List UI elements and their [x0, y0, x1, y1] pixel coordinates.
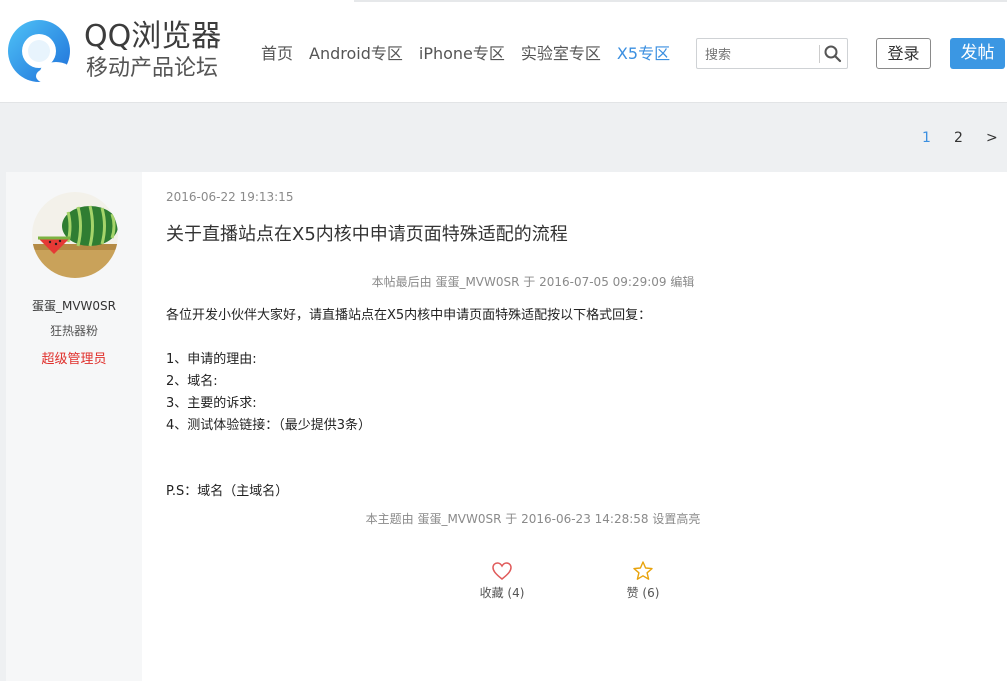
author-name[interactable]: 蛋蛋_MVW0SR: [6, 297, 142, 314]
edit-note: 本帖最后由 蛋蛋_MVW0SR 于 2016-07-05 09:29:09 编辑: [371, 275, 695, 289]
avatar[interactable]: [32, 192, 118, 278]
favorite-label: 收藏 (4): [479, 586, 525, 600]
header-divider: [354, 0, 1007, 2]
favorite-button[interactable]: 收藏 (4): [467, 560, 537, 601]
watermelon-avatar-icon: [32, 192, 118, 278]
highlight-note: 本主题由 蛋蛋_MVW0SR 于 2016-06-23 14:28:58 设置高…: [365, 512, 701, 526]
body-line: 2、域名:: [166, 374, 218, 389]
like-button[interactable]: 赞 (6): [608, 560, 678, 601]
search-icon[interactable]: [823, 44, 843, 64]
author-level: 狂热器粉: [49, 324, 98, 338]
login-button[interactable]: 登录: [876, 38, 931, 69]
body-line: 1、申请的理由:: [166, 352, 257, 367]
nav-lab[interactable]: 实验室专区: [521, 42, 601, 66]
body-line: 4、测试体验链接：（最少提供3条）: [166, 418, 372, 433]
pagination: 1 2 >: [0, 128, 1007, 148]
author-role: 超级管理员: [41, 352, 107, 367]
author-panel: 蛋蛋_MVW0SR 狂热器粉 超级管理员: [6, 172, 142, 681]
nav-home[interactable]: 首页: [261, 42, 293, 66]
nav-x5[interactable]: X5专区: [617, 42, 670, 66]
nav-iphone[interactable]: iPhone专区: [419, 42, 505, 66]
logo-subtitle[interactable]: 移动产品论坛: [86, 56, 218, 82]
main-nav: 首页 Android专区 iPhone专区 实验室专区 X5专区: [261, 42, 686, 66]
post-title: 关于直播站点在X5内核中申请页面特殊适配的流程: [166, 224, 568, 245]
heart-icon: [492, 562, 512, 580]
body-line: 各位开发小伙伴大家好，请直播站点在X5内核中申请页面特殊适配按以下格式回复：: [166, 308, 652, 323]
search-divider: [819, 45, 820, 63]
logo-title[interactable]: QQ浏览器: [84, 20, 221, 54]
site-header: QQ浏览器 移动产品论坛 首页 Android专区 iPhone专区 实验室专区…: [0, 0, 1007, 103]
post-timestamp: 2016-06-22 19:13:15: [166, 190, 294, 204]
page-2-link[interactable]: 2: [954, 128, 963, 148]
like-label: 赞 (6): [626, 586, 660, 600]
nav-android[interactable]: Android专区: [309, 42, 403, 66]
page-1-current[interactable]: 1: [922, 128, 931, 148]
qq-browser-logo-icon[interactable]: [6, 18, 76, 88]
post-content: 2016-06-22 19:13:15 关于直播站点在X5内核中申请页面特殊适配…: [166, 172, 986, 681]
new-post-button[interactable]: 发帖: [950, 38, 1005, 69]
search-box: [696, 38, 848, 69]
body-line: 3、主要的诉求:: [166, 396, 257, 411]
search-input[interactable]: [703, 43, 819, 67]
post-container: 蛋蛋_MVW0SR 狂热器粉 超级管理员 2016-06-22 19:13:15…: [6, 172, 1007, 681]
body-line: P.S：域名（主域名）: [166, 484, 289, 499]
star-icon: [633, 561, 653, 580]
next-page-arrow[interactable]: >: [986, 128, 998, 148]
